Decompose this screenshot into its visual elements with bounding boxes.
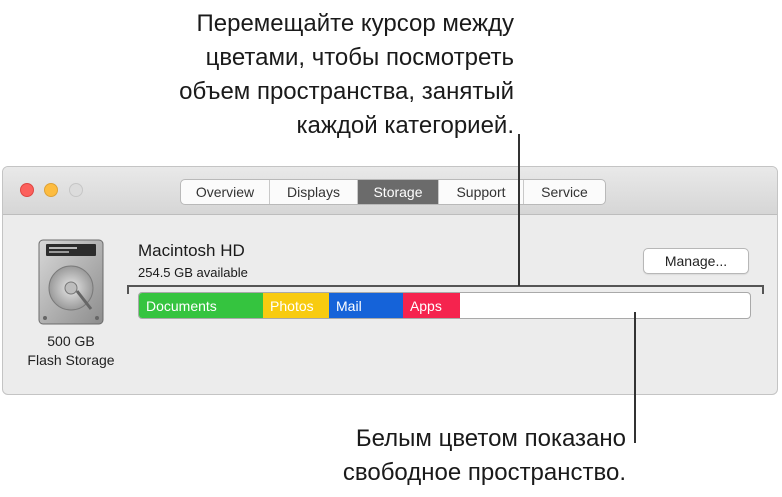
disk-label: 500 GB Flash Storage	[17, 332, 125, 370]
segment-apps[interactable]: Apps	[402, 293, 461, 318]
callout-line-bottom	[634, 312, 636, 443]
tab-displays[interactable]: Displays	[269, 180, 357, 204]
segment-free-space[interactable]	[460, 293, 750, 318]
storage-usage-bar: Documents Photos Mail Apps	[138, 292, 751, 319]
tab-bar: Overview Displays Storage Support Servic…	[180, 179, 606, 205]
segment-documents[interactable]: Documents	[139, 293, 264, 318]
tab-service[interactable]: Service	[523, 180, 605, 204]
title-bar: Overview Displays Storage Support Servic…	[3, 167, 777, 215]
close-button[interactable]	[20, 183, 34, 197]
tab-storage[interactable]: Storage	[357, 180, 438, 204]
segment-mail[interactable]: Mail	[329, 293, 403, 318]
callout-line-top	[518, 134, 520, 286]
tab-overview[interactable]: Overview	[181, 180, 269, 204]
minimize-button[interactable]	[44, 183, 58, 197]
about-this-mac-window: Overview Displays Storage Support Servic…	[2, 166, 778, 395]
zoom-button[interactable]	[69, 183, 83, 197]
available-space: 254.5 GB available	[138, 265, 248, 280]
tab-support[interactable]: Support	[438, 180, 523, 204]
disk-capacity: 500 GB	[47, 333, 95, 349]
disk-type: Flash Storage	[27, 352, 115, 368]
manage-button[interactable]: Manage...	[643, 248, 749, 274]
callout-free-space: Белым цветом показано свободное простран…	[342, 425, 626, 486]
callout-hover-categories: Перемещайте курсор между цветами, чтобы …	[179, 10, 514, 139]
disk-name: Macintosh HD	[138, 241, 245, 260]
hard-drive-icon	[38, 239, 104, 325]
segment-photos[interactable]: Photos	[263, 293, 330, 318]
